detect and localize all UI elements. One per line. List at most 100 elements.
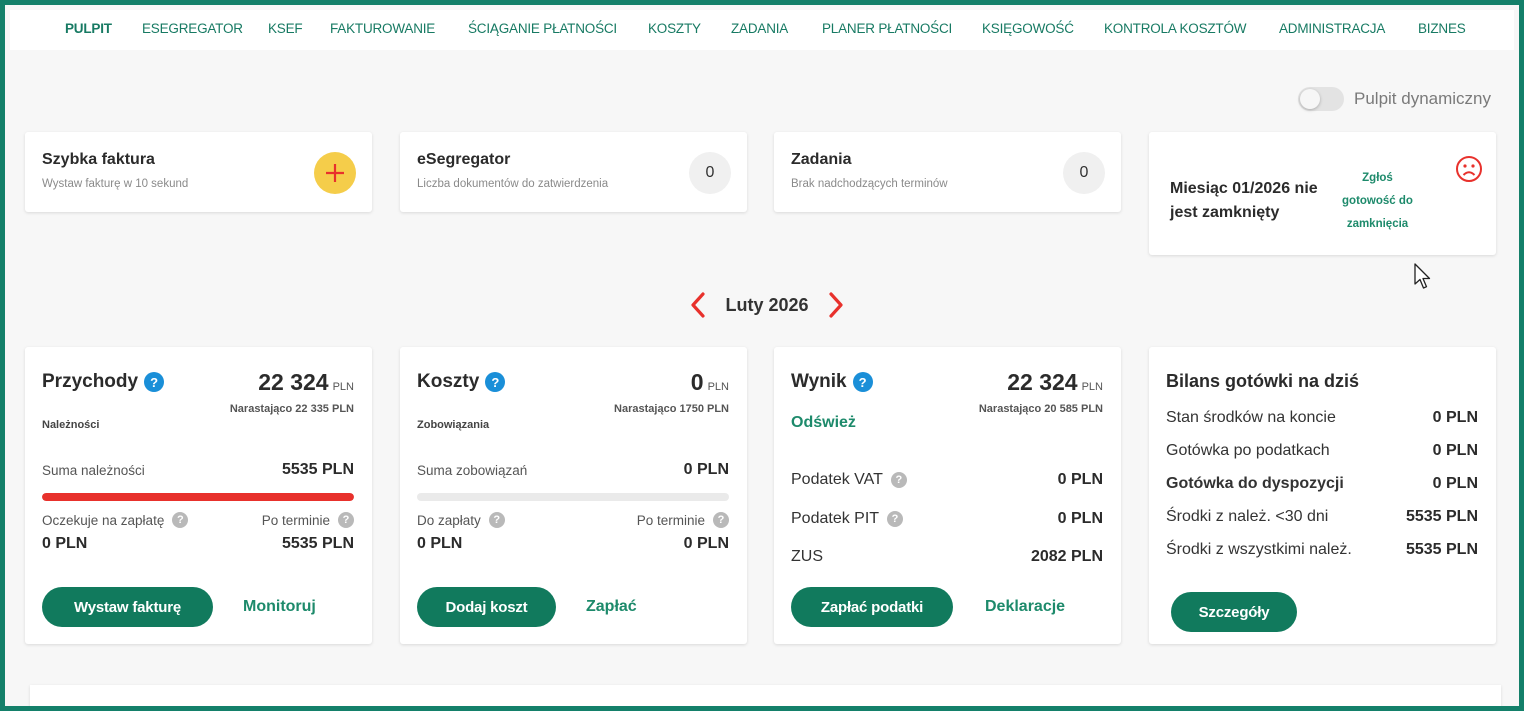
refresh-link[interactable]: Odśwież (791, 414, 856, 432)
plus-icon (326, 164, 344, 182)
chevron-left-icon[interactable] (689, 291, 707, 319)
nav-item-biznes[interactable]: BIZNES (1418, 21, 1466, 36)
help-icon[interactable]: ? (890, 472, 907, 488)
period-navigation: Luty 2026 (689, 289, 845, 321)
declarations-link[interactable]: Deklaracje (985, 598, 1065, 616)
add-cost-button[interactable]: Dodaj koszt (417, 587, 556, 627)
month-status-message: Miesiąc 01/2026 nie jest zamknięty (1170, 180, 1318, 221)
zus-value: 2082 PLN (1030, 548, 1103, 565)
receivables-sum-label: Suma należności (42, 463, 145, 478)
report-month-closing-link[interactable]: Zgłoś gotowość do zamknięcia (1340, 167, 1415, 236)
vat-tax-label-wrap: Podatek VAT? (791, 471, 907, 489)
awaiting-payment-label-wrap: Oczekuje na zapłatę? (42, 512, 189, 528)
costs-unit: PLN (707, 381, 729, 393)
nav-item-koszty[interactable]: KOSZTY (648, 21, 701, 36)
nav-item-esegregator[interactable]: ESEGREGATOR (142, 21, 243, 36)
nav-item-sciaganie-platnosci[interactable]: ŚCIĄGANIE PŁATNOŚCI (468, 21, 617, 36)
costs-overdue-value: 0 PLN (683, 535, 729, 552)
cash-balance-title: Bilans gotówki na dziś (1166, 371, 1360, 391)
quick-invoice-add-button[interactable] (314, 152, 356, 194)
pay-taxes-button[interactable]: Zapłać podatki (791, 587, 953, 627)
receivables-progress-fill (42, 493, 354, 501)
help-icon[interactable]: ? (488, 512, 505, 528)
revenue-card: Przychody ? 22 324 PLN Narastająco 22 335… (25, 347, 372, 644)
period-label: Luty 2026 (725, 294, 809, 315)
result-amount-wrap: 22 324 PLN (1007, 369, 1103, 396)
tasks-title: Zadania (791, 151, 852, 168)
nav-item-ksiegowosc[interactable]: KSIĘGOWOŚĆ (982, 21, 1074, 36)
issue-invoice-button[interactable]: Wystaw fakturę (42, 587, 213, 627)
cash-after-taxes-value: 0 PLN (1432, 442, 1478, 459)
quick-invoice-title: Szybka faktura (42, 151, 155, 168)
costs-amount-wrap: 0 PLN (691, 369, 729, 396)
dynamic-dashboard-label: Pulpit dynamiczny (1354, 89, 1492, 108)
nav-item-zadania[interactable]: ZADANIA (731, 21, 788, 36)
receivables-under-30-label: Środki z należ. <30 dni (1166, 508, 1329, 525)
costs-overdue-label: Po terminie (636, 512, 705, 528)
nav-item-ksef[interactable]: KSEF (268, 21, 303, 36)
nav-item-kontrola-kosztow[interactable]: KONTROLA KOSZTÓW (1104, 21, 1247, 36)
help-icon[interactable]: ? (144, 372, 165, 392)
liabilities-sum-value: 0 PLN (683, 461, 729, 478)
tasks-card[interactable]: Zadania Brak nadchodzących terminów 0 (774, 132, 1121, 212)
quick-invoice-card[interactable]: Szybka faktura Wystaw fakturę w 10 sekun… (25, 132, 372, 212)
to-pay-label: Do zapłaty (417, 512, 481, 528)
revenue-title-wrap: Przychody ? (42, 371, 165, 393)
help-icon[interactable]: ? (338, 512, 354, 528)
all-receivables-value: 5535 PLN (1405, 541, 1478, 558)
nav-item-planer-platnosci[interactable]: PLANER PŁATNOŚCI (822, 21, 952, 36)
result-card: Wynik ? 22 324 PLN Narastająco 20 585 PLN… (774, 347, 1121, 644)
help-icon[interactable]: ? (713, 512, 729, 528)
costs-title-wrap: Koszty ? (417, 371, 506, 393)
to-pay-label-wrap: Do zapłaty? (417, 512, 505, 528)
help-icon[interactable]: ? (485, 372, 506, 392)
liabilities-progress-bar (417, 493, 729, 501)
tasks-count-badge[interactable]: 0 (1063, 152, 1105, 194)
revenue-overdue-label: Po terminie (261, 512, 330, 528)
account-balance-label: Stan środków na koncie (1166, 409, 1336, 426)
cash-after-taxes-label: Gotówka po podatkach (1166, 442, 1330, 459)
mouse-cursor-icon (1414, 263, 1431, 289)
awaiting-payment-label: Oczekuje na zapłatę (42, 512, 165, 528)
nav-item-administracja[interactable]: ADMINISTRACJA (1279, 21, 1385, 36)
revenue-title: Przychody (42, 371, 139, 392)
liabilities-label: Zobowiązania (417, 419, 490, 431)
revenue-amount: 22 324 (258, 369, 329, 395)
account-balance-value: 0 PLN (1432, 409, 1478, 426)
chevron-right-icon[interactable] (827, 291, 845, 319)
revenue-cumulative: Narastająco 22 335 PLN (229, 403, 354, 415)
top-navigation: PULPIT ESEGREGATOR KSEF FAKTUROWANIE ŚCI… (10, 10, 1514, 50)
receivables-under-30-value: 5535 PLN (1405, 508, 1478, 525)
revenue-overdue-label-wrap: Po terminie? (262, 512, 354, 528)
esegregator-title: eSegregator (417, 151, 511, 168)
app-frame: PULPIT ESEGREGATOR KSEF FAKTUROWANIE ŚCI… (0, 0, 1524, 711)
bottom-card (30, 685, 1501, 706)
nav-item-fakturowanie[interactable]: FAKTUROWANIE (330, 21, 435, 36)
monitor-link[interactable]: Monitoruj (243, 598, 316, 616)
result-title: Wynik (791, 371, 847, 392)
help-icon[interactable]: ? (887, 511, 904, 527)
nav-item-pulpit[interactable]: PULPIT (65, 21, 112, 36)
quick-invoice-subtitle: Wystaw fakturę w 10 sekund (42, 178, 189, 190)
costs-amount: 0 (690, 369, 704, 395)
result-unit: PLN (1081, 381, 1103, 393)
cash-available-label: Gotówka do dyspozycji (1166, 475, 1344, 492)
esegregator-card[interactable]: eSegregator Liczba dokumentów do zatwier… (400, 132, 747, 212)
pay-link[interactable]: Zapłać (586, 598, 637, 616)
zus-label: ZUS (791, 548, 823, 565)
details-button[interactable]: Szczegóły (1171, 592, 1297, 632)
pit-tax-label-wrap: Podatek PIT? (791, 510, 904, 528)
toggle-knob (1300, 89, 1320, 109)
receivables-sum-value: 5535 PLN (281, 461, 354, 478)
revenue-unit: PLN (332, 381, 354, 393)
costs-title: Koszty (417, 371, 480, 392)
result-title-wrap: Wynik ? (791, 371, 873, 393)
revenue-overdue-value: 5535 PLN (281, 535, 354, 552)
cash-available-value: 0 PLN (1432, 475, 1478, 492)
esegregator-count-badge[interactable]: 0 (689, 152, 731, 194)
help-icon[interactable]: ? (172, 512, 189, 528)
help-icon[interactable]: ? (852, 372, 873, 392)
dynamic-dashboard-toggle[interactable] (1298, 87, 1344, 111)
costs-overdue-label-wrap: Po terminie? (637, 512, 729, 528)
revenue-amount-wrap: 22 324 PLN (258, 369, 354, 396)
